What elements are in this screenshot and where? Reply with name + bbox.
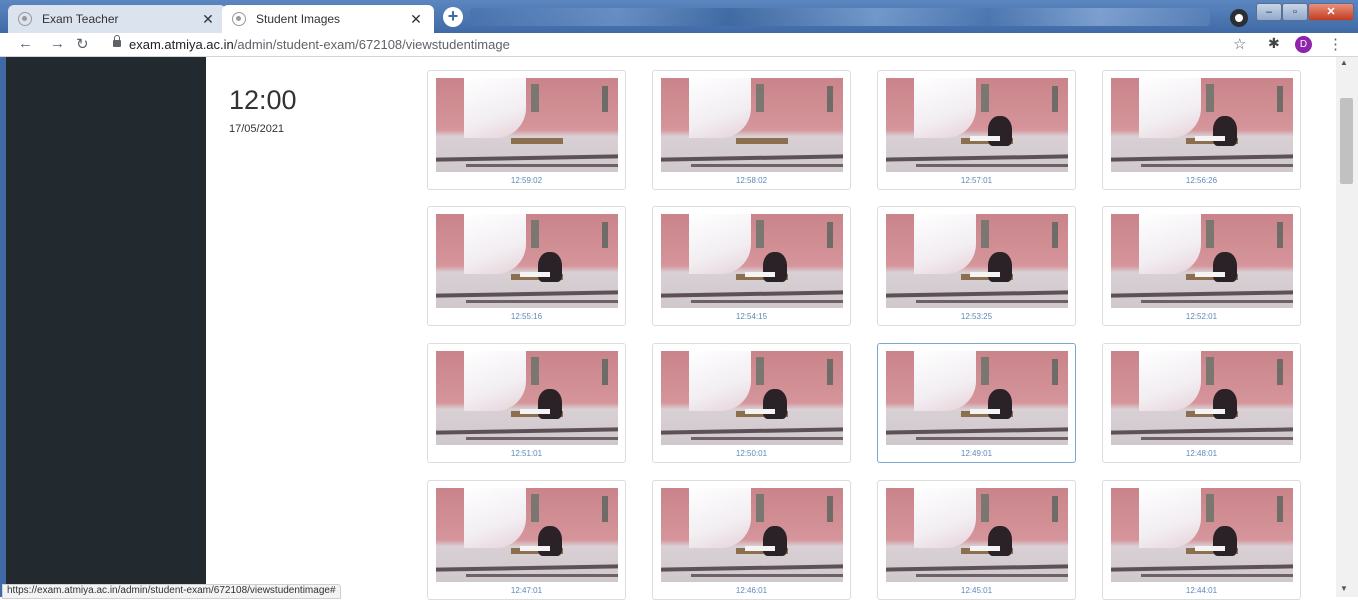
tab-title: Student Images [256,12,341,26]
image-card[interactable]: 12:51:01 [427,343,626,463]
image-timestamp[interactable]: 12:52:01 [1103,312,1300,321]
student-snapshot-image[interactable] [1111,78,1293,172]
image-timestamp[interactable]: 12:56:26 [1103,176,1300,185]
image-card[interactable]: 12:46:01 [652,480,851,600]
site-favicon-icon [232,12,246,26]
image-timestamp[interactable]: 12:58:02 [653,176,850,185]
image-timestamp[interactable]: 12:46:01 [653,586,850,595]
image-card[interactable]: 12:52:01 [1102,206,1301,326]
student-snapshot-image[interactable] [436,78,618,172]
image-card[interactable]: 12:47:01 [427,480,626,600]
image-timestamp[interactable]: 12:45:01 [878,586,1075,595]
bookmark-star-icon[interactable]: ☆ [1233,35,1246,53]
maximize-button[interactable]: ▫ [1282,3,1308,21]
image-card[interactable]: 12:49:01 [877,343,1076,463]
image-card[interactable]: 12:55:16 [427,206,626,326]
scroll-down-arrow-icon[interactable]: ▼ [1340,584,1348,593]
student-snapshot-image[interactable] [1111,214,1293,308]
close-window-button[interactable]: ✕ [1308,3,1354,21]
image-card[interactable]: 12:58:02 [652,70,851,190]
image-timestamp[interactable]: 12:47:01 [428,586,625,595]
image-card[interactable]: 12:57:01 [877,70,1076,190]
kebab-menu-icon[interactable]: ⋮ [1328,35,1343,53]
site-favicon-icon [18,12,32,26]
image-timestamp[interactable]: 12:44:01 [1103,586,1300,595]
image-card[interactable]: 12:54:15 [652,206,851,326]
image-timestamp[interactable]: 12:50:01 [653,449,850,458]
image-card[interactable]: 12:48:01 [1102,343,1301,463]
student-snapshot-image[interactable] [661,214,843,308]
tab-strip: Exam Teacher ✕ Student Images ✕ + – ▫ ✕ [0,0,1358,33]
minimize-button[interactable]: – [1256,3,1282,21]
avatar[interactable]: D [1295,36,1312,53]
image-timestamp[interactable]: 12:48:01 [1103,449,1300,458]
student-snapshot-image[interactable] [886,78,1068,172]
student-snapshot-image[interactable] [436,351,618,445]
session-time: 12:00 [229,85,297,115]
student-snapshot-image[interactable] [886,351,1068,445]
student-snapshot-image[interactable] [1111,488,1293,582]
student-snapshot-image[interactable] [661,351,843,445]
back-arrow-icon[interactable]: ← [18,35,33,52]
student-snapshot-image[interactable] [661,78,843,172]
image-card[interactable]: 12:45:01 [877,480,1076,600]
session-date: 17/05/2021 [229,123,285,135]
image-timestamp[interactable]: 12:55:16 [428,312,625,321]
url-host: exam.atmiya.ac.in [129,37,234,52]
extensions-puzzle-icon[interactable]: ✱ [1268,35,1280,52]
sidebar [6,57,206,597]
image-timestamp[interactable]: 12:59:02 [428,176,625,185]
address-bar: ← → ↻ exam.atmiya.ac.in/admin/student-ex… [0,33,1358,57]
new-tab-icon[interactable]: + [443,7,463,27]
scroll-up-arrow-icon[interactable]: ▲ [1340,58,1348,67]
image-timestamp[interactable]: 12:51:01 [428,449,625,458]
student-snapshot-image[interactable] [436,214,618,308]
image-timestamp[interactable]: 12:57:01 [878,176,1075,185]
image-card[interactable]: 12:44:01 [1102,480,1301,600]
image-timestamp[interactable]: 12:53:25 [878,312,1075,321]
blurred-taskbar-area [470,8,1210,26]
lock-icon[interactable] [113,35,121,47]
image-card[interactable]: 12:53:25 [877,206,1076,326]
tab-title: Exam Teacher [42,12,119,26]
image-card[interactable]: 12:50:01 [652,343,851,463]
image-card[interactable]: 12:56:26 [1102,70,1301,190]
tab-student-images[interactable]: Student Images ✕ [222,5,434,33]
chrome-profile-icon[interactable] [1230,9,1248,27]
forward-arrow-icon[interactable]: → [50,35,65,52]
url-field[interactable]: exam.atmiya.ac.in/admin/student-exam/672… [129,37,510,52]
student-snapshot-image[interactable] [661,488,843,582]
student-snapshot-image[interactable] [886,488,1068,582]
tab-exam-teacher[interactable]: Exam Teacher ✕ [8,5,226,33]
url-path: /admin/student-exam/672108/viewstudentim… [233,37,510,52]
image-timestamp[interactable]: 12:54:15 [653,312,850,321]
student-snapshot-image[interactable] [1111,351,1293,445]
close-tab-icon[interactable]: ✕ [200,11,216,28]
reload-icon[interactable]: ↻ [76,35,89,53]
student-snapshot-image[interactable] [886,214,1068,308]
student-snapshot-image[interactable] [436,488,618,582]
scrollbar-thumb[interactable] [1340,98,1353,184]
image-card[interactable]: 12:59:02 [427,70,626,190]
close-tab-icon[interactable]: ✕ [408,11,424,28]
image-timestamp[interactable]: 12:49:01 [878,449,1075,458]
